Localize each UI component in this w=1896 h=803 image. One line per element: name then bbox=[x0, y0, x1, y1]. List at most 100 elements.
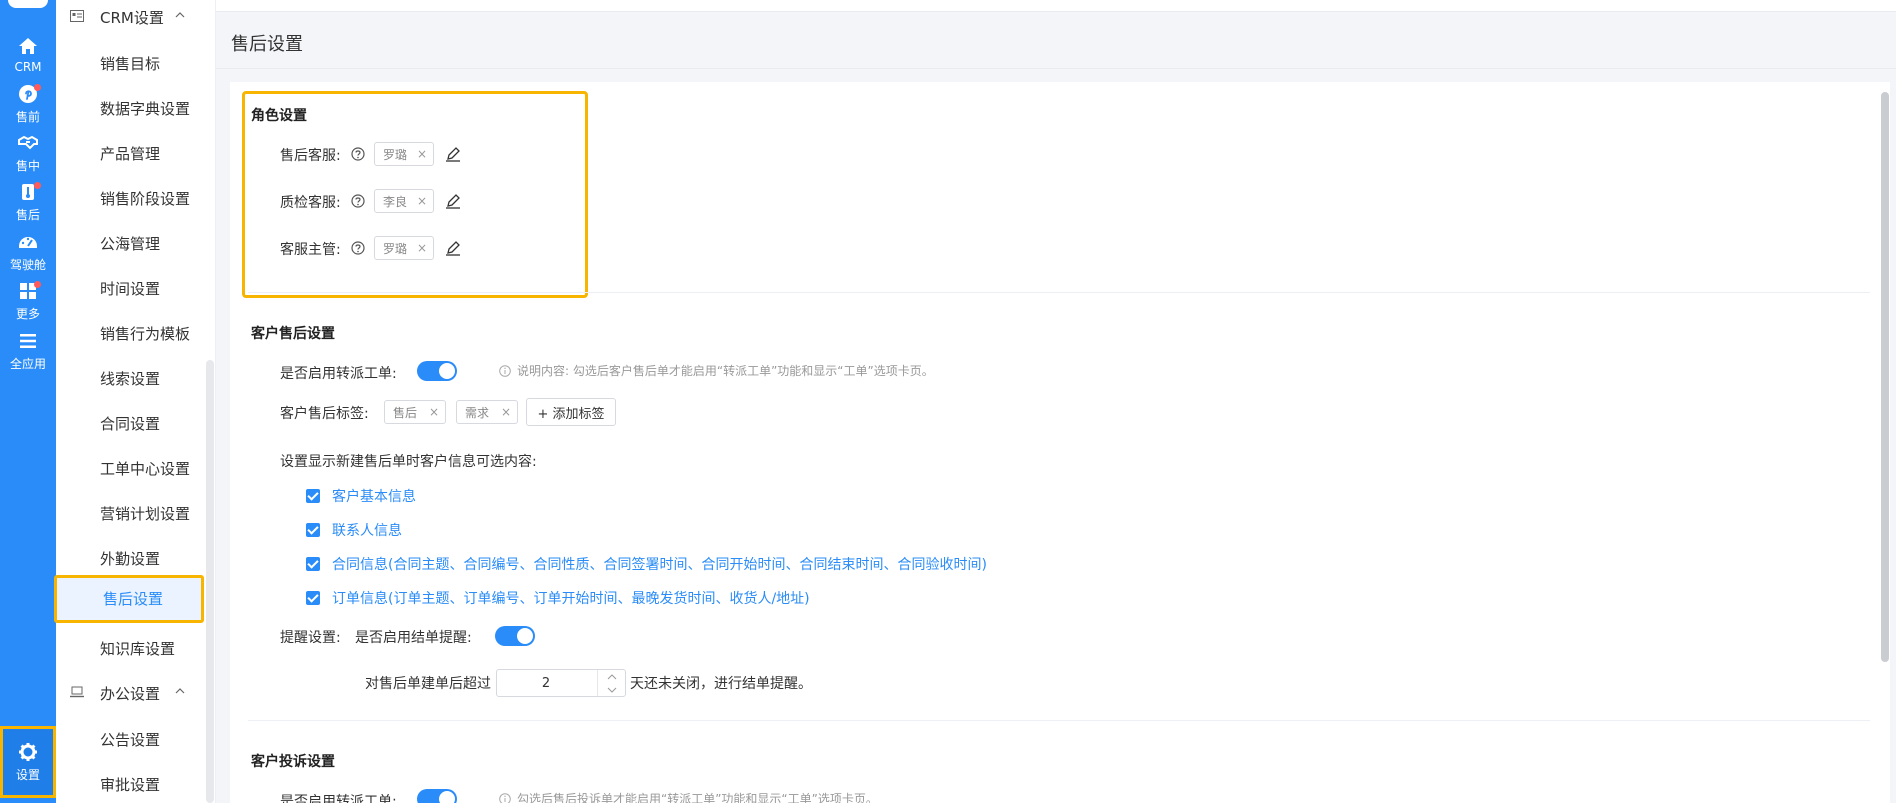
chevron-up-icon bbox=[607, 673, 617, 679]
menu-item-ticket-center[interactable]: 工单中心设置 bbox=[100, 457, 190, 481]
menu-item-announcement[interactable]: 公告设置 bbox=[100, 728, 160, 752]
menu-item-approval[interactable]: 审批设置 bbox=[100, 773, 160, 797]
menu-group-label: 办公设置 bbox=[100, 684, 161, 703]
menu-item-data-dictionary[interactable]: 数据字典设置 bbox=[100, 97, 190, 121]
customer-after-sales-title: 客户售后设置 bbox=[251, 326, 335, 342]
complaint-settings-title: 客户投诉设置 bbox=[251, 754, 335, 770]
role-tag: 罗璐 × bbox=[374, 142, 434, 166]
section-divider bbox=[248, 292, 1870, 293]
rail-item-settings[interactable]: 设置 bbox=[0, 726, 56, 798]
tag-text: 售后 bbox=[393, 405, 418, 420]
notification-dot bbox=[34, 182, 41, 189]
enable-transfer-switch[interactable] bbox=[417, 361, 457, 381]
menu-group-office[interactable]: 办公设置 bbox=[56, 676, 216, 710]
tag-text: 罗璐 bbox=[383, 241, 408, 256]
laptop-icon bbox=[70, 686, 84, 698]
main-scrollbar[interactable] bbox=[1881, 92, 1889, 662]
remove-tag-icon[interactable]: × bbox=[417, 194, 427, 208]
after-sales-tag: 售后 × bbox=[384, 400, 446, 424]
after-sales-tag: 需求 × bbox=[456, 400, 518, 424]
chevron-up-icon bbox=[175, 688, 185, 694]
hint-text: 说明内容: 勾选后客户售后单才能启用“转派工单”功能和显示“工单”选项卡页。 bbox=[517, 364, 934, 378]
menu-item-sales-behavior[interactable]: 销售行为模板 bbox=[100, 322, 190, 346]
menu-item-sales-target[interactable]: 销售目标 bbox=[100, 52, 160, 76]
option-contract-info[interactable]: 合同信息(合同主题、合同编号、合同性质、合同签署时间、合同开始时间、合同结束时间… bbox=[306, 555, 987, 573]
rail-item-more[interactable]: 更多 bbox=[0, 275, 56, 327]
add-tag-button[interactable]: + 添加标签 bbox=[526, 398, 616, 426]
edit-icon[interactable] bbox=[445, 240, 461, 256]
rail-item-insale[interactable]: 售中 bbox=[0, 127, 56, 179]
rail-item-presale[interactable]: 售前 bbox=[0, 78, 56, 130]
edit-icon[interactable] bbox=[445, 193, 461, 209]
checkbox-checked[interactable] bbox=[306, 591, 320, 605]
rail-item-label: 设置 bbox=[15, 767, 40, 782]
remind-enable-label: 是否启用结单提醒: bbox=[355, 630, 472, 646]
menu-item-knowledge-base[interactable]: 知识库设置 bbox=[100, 637, 175, 661]
rail-item-all-apps[interactable]: 全应用 bbox=[0, 325, 56, 377]
info-icon bbox=[499, 364, 511, 377]
menu-item-sales-stage[interactable]: 销售阶段设置 bbox=[100, 187, 190, 211]
remind-days-input[interactable] bbox=[498, 671, 594, 695]
menu-item-public-pool[interactable]: 公海管理 bbox=[100, 232, 160, 256]
rail-item-cockpit[interactable]: 驾驶舱 bbox=[0, 226, 56, 278]
remind-enable-switch[interactable] bbox=[495, 626, 535, 646]
rail-item-label: 售中 bbox=[15, 158, 40, 173]
info-icon bbox=[499, 792, 511, 803]
remove-tag-icon[interactable]: × bbox=[501, 405, 511, 419]
menu-item-marketing-plan[interactable]: 营销计划设置 bbox=[100, 502, 190, 526]
role-label-service-manager: 客服主管: bbox=[280, 242, 341, 258]
option-contact-info[interactable]: 联系人信息 bbox=[306, 521, 402, 539]
checkbox-checked[interactable] bbox=[306, 523, 320, 537]
help-icon[interactable] bbox=[351, 241, 365, 255]
settings-submenu: CRM设置 销售目标 数据字典设置 产品管理 销售阶段设置 公海管理 时间设置 … bbox=[54, 0, 216, 803]
rail-item-label: 驾驶舱 bbox=[9, 257, 46, 272]
help-icon[interactable] bbox=[351, 147, 365, 161]
checkbox-checked[interactable] bbox=[306, 557, 320, 571]
complaint-enable-label: 是否启用转派工单: bbox=[280, 794, 397, 803]
remove-tag-icon[interactable]: × bbox=[417, 147, 427, 161]
increment-button[interactable] bbox=[598, 670, 626, 683]
chevron-up-icon bbox=[175, 12, 185, 18]
remove-tag-icon[interactable]: × bbox=[417, 241, 427, 255]
menu-item-time-settings[interactable]: 时间设置 bbox=[100, 277, 160, 301]
edit-icon[interactable] bbox=[445, 146, 461, 162]
role-tag: 罗璐 × bbox=[374, 236, 434, 260]
rail-item-label: 更多 bbox=[15, 306, 40, 321]
remind-settings-label: 提醒设置: bbox=[280, 630, 341, 646]
dashboard-icon bbox=[19, 236, 37, 248]
handshake-icon bbox=[18, 135, 38, 149]
id-card-icon bbox=[70, 10, 84, 22]
menu-item-field-work[interactable]: 外勤设置 bbox=[100, 547, 160, 571]
tag-text: 李良 bbox=[383, 194, 408, 209]
option-label: 客户基本信息 bbox=[332, 489, 416, 505]
tag-text: 罗璐 bbox=[383, 147, 408, 162]
role-settings-title: 角色设置 bbox=[251, 108, 307, 124]
rail-item-crm[interactable]: CRM bbox=[0, 29, 56, 81]
remind-suffix-text: 天还未关闭，进行结单提醒。 bbox=[630, 676, 812, 692]
role-label-quality-agent: 质检客服: bbox=[280, 195, 341, 211]
decrement-button[interactable] bbox=[598, 683, 626, 696]
menu-item-after-sales[interactable]: 售后设置 bbox=[54, 575, 204, 623]
help-icon[interactable] bbox=[351, 194, 365, 208]
app-logo[interactable] bbox=[8, 0, 48, 8]
rail-item-label: CRM bbox=[14, 60, 42, 74]
complaint-enable-switch[interactable] bbox=[417, 789, 457, 803]
customer-info-options-label: 设置显示新建售后单时客户信息可选内容: bbox=[280, 454, 537, 470]
option-customer-basic[interactable]: 客户基本信息 bbox=[306, 487, 416, 505]
notification-dot bbox=[34, 84, 41, 91]
remove-tag-icon[interactable]: × bbox=[429, 405, 439, 419]
section-divider bbox=[248, 720, 1870, 721]
notification-dot bbox=[34, 281, 41, 288]
top-bar bbox=[216, 0, 1896, 12]
option-order-info[interactable]: 订单信息(订单主题、订单编号、订单开始时间、最晚发货时间、收货人/地址) bbox=[306, 589, 810, 607]
menu-item-product-management[interactable]: 产品管理 bbox=[100, 142, 160, 166]
menu-group-label: CRM设置 bbox=[100, 8, 164, 27]
menu-group-crm[interactable]: CRM设置 bbox=[56, 0, 216, 34]
after-sales-tags-label: 客户售后标签: bbox=[280, 406, 369, 422]
menu-item-lead-settings[interactable]: 线索设置 bbox=[100, 367, 160, 391]
menu-item-contract-settings[interactable]: 合同设置 bbox=[100, 412, 160, 436]
submenu-scrollbar[interactable] bbox=[206, 360, 214, 803]
remind-days-stepper[interactable] bbox=[496, 669, 626, 697]
rail-item-aftersale[interactable]: 售后 bbox=[0, 176, 56, 228]
checkbox-checked[interactable] bbox=[306, 489, 320, 503]
